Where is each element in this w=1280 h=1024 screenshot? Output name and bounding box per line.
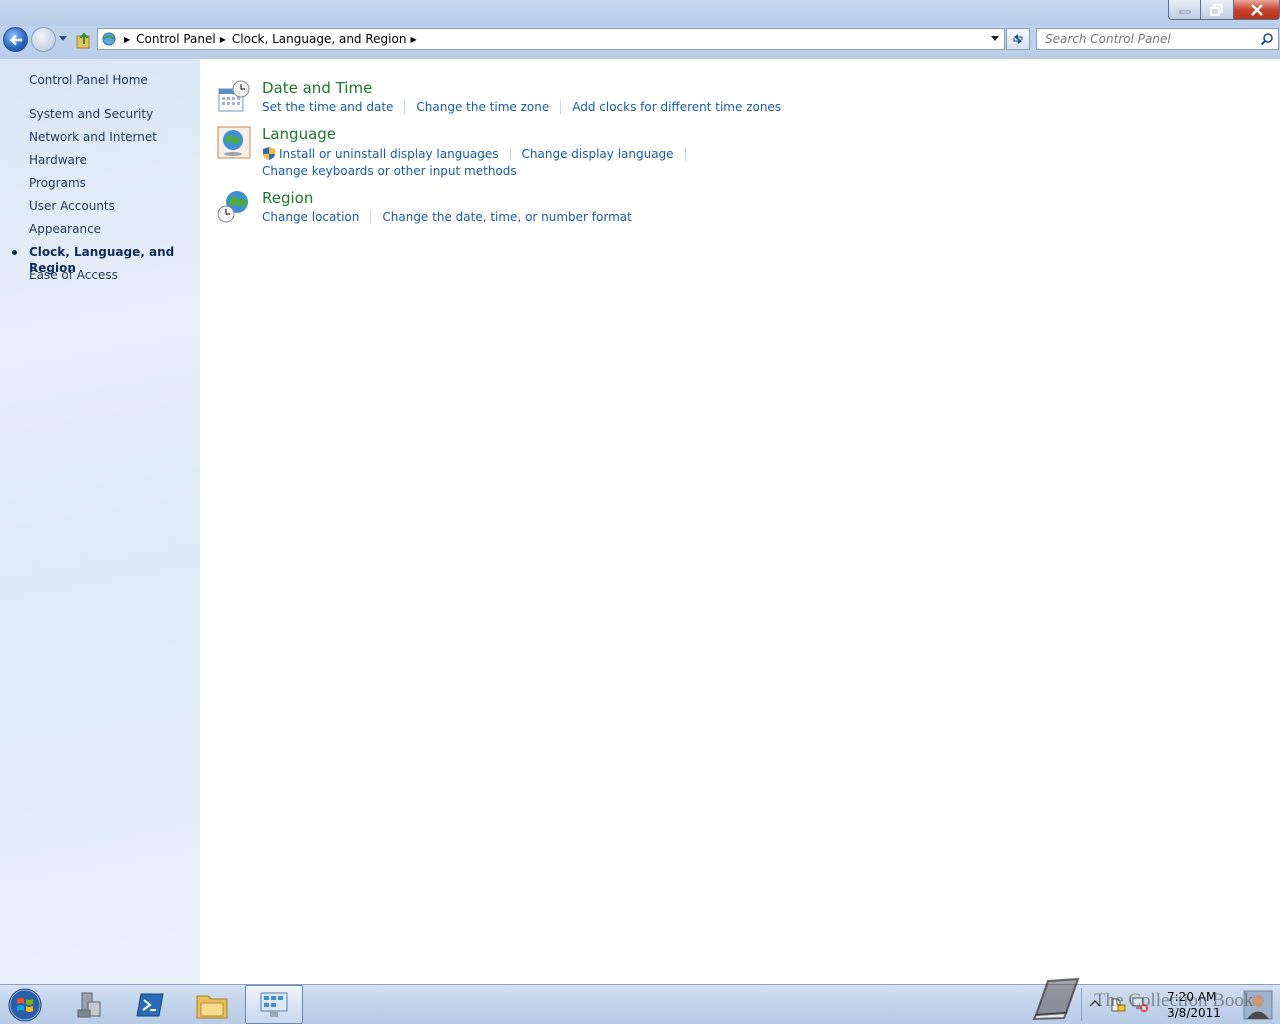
control-panel-icon — [98, 29, 120, 49]
sidebar-item-network-and-internet[interactable]: Network and Internet — [0, 129, 200, 152]
link-divider — [684, 146, 686, 161]
uac-shield-icon — [263, 147, 275, 160]
install-display-languages-link[interactable]: Install or uninstall display languages — [279, 147, 499, 161]
region-links: Change location Change the date, time, o… — [262, 210, 632, 224]
sidebar: Control Panel Home System and Security N… — [0, 59, 200, 984]
change-display-language-link[interactable]: Change display language — [522, 147, 674, 161]
address-dropdown-icon[interactable] — [990, 35, 1000, 43]
start-button[interactable] — [5, 987, 45, 1023]
notification-area: 7:20 AM 3/8/2011 — [1081, 985, 1280, 1024]
show-hidden-icons-icon[interactable] — [1089, 998, 1101, 1008]
close-button[interactable] — [1234, 0, 1280, 20]
taskbar-server-manager[interactable] — [60, 985, 118, 1024]
change-format-link[interactable]: Change the date, time, or number format — [382, 210, 631, 224]
restore-icon — [1210, 3, 1223, 16]
clock-date[interactable]: 3/8/2011 — [1167, 1006, 1221, 1020]
change-keyboards-link[interactable]: Change keyboards or other input methods — [262, 164, 517, 178]
search-icon[interactable] — [1260, 32, 1274, 46]
active-bullet-icon — [12, 250, 17, 255]
sidebar-item-hardware[interactable]: Hardware — [0, 152, 200, 175]
globe-clock-icon[interactable] — [216, 189, 252, 225]
region-title[interactable]: Region — [262, 189, 313, 207]
sidebar-item-programs[interactable]: Programs — [0, 175, 200, 198]
address-bar[interactable]: ▶ Control Panel ▶ Clock, Language, and R… — [97, 28, 1005, 50]
minimize-icon — [1179, 10, 1190, 13]
change-location-link[interactable]: Change location — [262, 210, 359, 224]
sidebar-item-system-and-security[interactable]: System and Security — [0, 106, 200, 129]
search-box[interactable] — [1036, 28, 1279, 50]
link-divider — [560, 100, 562, 114]
control-panel-home-link[interactable]: Control Panel Home — [29, 73, 148, 87]
link-divider — [370, 210, 372, 224]
refresh-button[interactable] — [1006, 28, 1030, 50]
control-panel-icon — [260, 992, 288, 1017]
taskbar: 7:20 AM 3/8/2011 — [0, 984, 1280, 1024]
add-clocks-link[interactable]: Add clocks for different time zones — [572, 100, 781, 114]
date-and-time-title[interactable]: Date and Time — [262, 79, 372, 97]
forward-button[interactable] — [31, 27, 56, 52]
refresh-icon — [1013, 34, 1023, 44]
close-icon — [1250, 3, 1263, 16]
search-input[interactable] — [1037, 29, 1249, 49]
file-explorer-icon — [196, 995, 228, 1018]
taskbar-control-panel[interactable] — [245, 985, 303, 1024]
category-list: System and Security Network and Internet… — [0, 106, 200, 290]
date-and-time-links: Set the time and date Change the time zo… — [262, 100, 781, 114]
restore-button[interactable] — [1201, 0, 1234, 20]
up-folder-icon[interactable] — [75, 31, 93, 49]
back-arrow-icon — [9, 34, 22, 45]
action-center-icon[interactable] — [1109, 995, 1127, 1013]
sidebar-item-user-accounts[interactable]: User Accounts — [0, 198, 200, 221]
minimize-button[interactable] — [1168, 0, 1201, 20]
navigation-bar: ▶ Control Panel ▶ Clock, Language, and R… — [0, 26, 1280, 59]
breadcrumb-clock-language-region[interactable]: Clock, Language, and Region — [232, 32, 407, 46]
windows-logo-icon — [8, 988, 42, 1022]
language-links: Install or uninstall display languages C… — [262, 146, 697, 161]
tray-divider — [1081, 988, 1082, 1021]
language-links-row-2: Change keyboards or other input methods — [262, 164, 517, 178]
title-bar — [0, 0, 1280, 26]
breadcrumb-arrow-icon[interactable]: ▶ — [216, 35, 232, 44]
taskbar-powershell[interactable] — [121, 985, 179, 1024]
main-content: Date and Time Set the time and date Chan… — [200, 59, 1280, 984]
sidebar-item-appearance[interactable]: Appearance — [0, 221, 200, 244]
link-divider — [404, 100, 406, 114]
sidebar-item-ease-of-access[interactable]: Ease of Access — [0, 267, 200, 290]
set-time-and-date-link[interactable]: Set the time and date — [262, 100, 393, 114]
network-icon[interactable] — [1131, 995, 1149, 1013]
change-time-zone-link[interactable]: Change the time zone — [416, 100, 549, 114]
breadcrumb-arrow-icon[interactable]: ▶ — [120, 35, 136, 44]
recent-pages-dropdown-icon[interactable] — [58, 35, 68, 43]
calendar-clock-icon[interactable] — [216, 79, 252, 115]
breadcrumb-arrow-icon[interactable]: ▶ — [406, 35, 422, 44]
breadcrumb-control-panel[interactable]: Control Panel — [136, 32, 216, 46]
user-avatar-icon — [1243, 990, 1273, 1019]
server-manager-icon — [77, 992, 101, 1017]
globe-monitor-icon[interactable] — [216, 125, 252, 161]
powershell-icon — [136, 993, 164, 1016]
sidebar-item-clock-language-region[interactable]: Clock, Language, and Region — [0, 244, 200, 275]
taskbar-file-explorer[interactable] — [183, 985, 241, 1024]
language-title[interactable]: Language — [262, 125, 336, 143]
window-controls — [1168, 0, 1280, 22]
back-button[interactable] — [3, 27, 28, 52]
link-divider — [509, 146, 511, 161]
clock-time[interactable]: 7:20 AM — [1167, 990, 1216, 1004]
show-desktop-button[interactable] — [1236, 985, 1280, 1024]
